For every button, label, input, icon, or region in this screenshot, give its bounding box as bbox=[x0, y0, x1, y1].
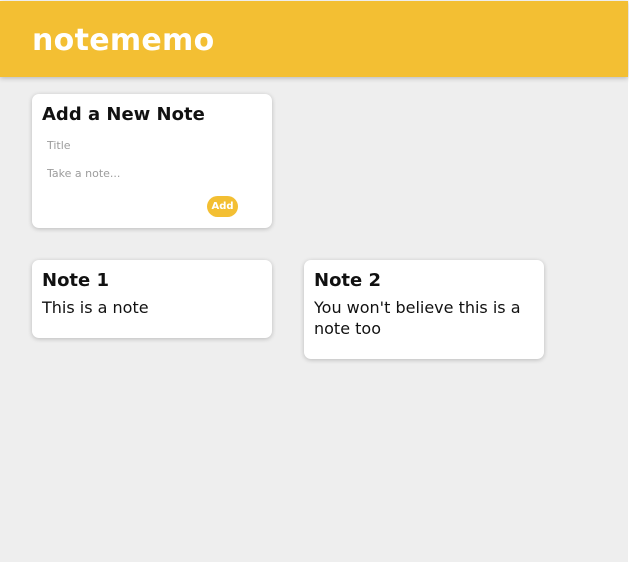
add-note-button[interactable]: Add bbox=[207, 196, 238, 217]
note-title: Note 1 bbox=[42, 270, 110, 291]
note-card: Note 1 This is a note bbox=[32, 260, 272, 338]
app-header: notememo bbox=[0, 1, 628, 77]
note-content-textarea[interactable] bbox=[47, 167, 247, 183]
note-title-input[interactable] bbox=[47, 137, 247, 153]
note-content: This is a note bbox=[42, 298, 149, 317]
note-title: Note 2 bbox=[314, 270, 382, 291]
create-note-heading: Add a New Note bbox=[42, 104, 205, 125]
create-note-form: Add a New Note Add bbox=[32, 94, 272, 228]
app-logo-title: notememo bbox=[32, 23, 215, 58]
note-card: Note 2 You won't believe this is a note … bbox=[304, 260, 544, 359]
app-container: notememo Add a New Note Add Note 1 This … bbox=[0, 1, 628, 562]
note-content: You won't believe this is a note too bbox=[314, 298, 521, 338]
